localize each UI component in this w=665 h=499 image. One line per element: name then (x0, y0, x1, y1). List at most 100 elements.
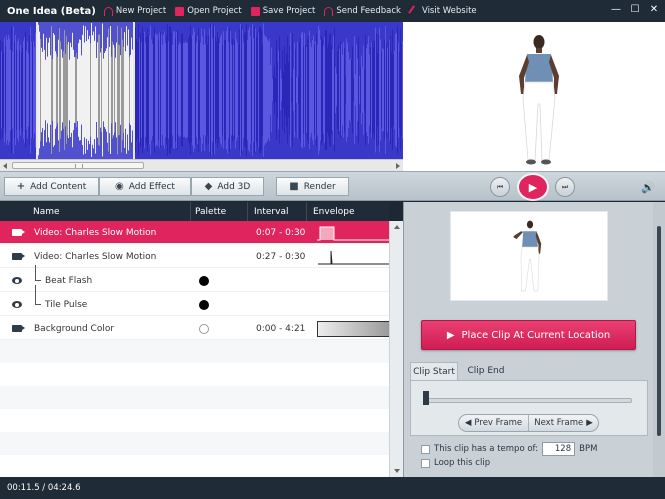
app-title: One Idea (Beta) (7, 5, 96, 17)
list-item[interactable]: Tile Pulse (0, 285, 389, 316)
clip-preview (450, 211, 608, 301)
waveform-scroll-thumb[interactable] (12, 162, 144, 169)
content-list-header: Name Palette Interval Envelope (0, 202, 389, 221)
envelope-graph[interactable] (317, 249, 390, 265)
list-scrollbar[interactable] (389, 221, 403, 477)
video-camera-icon: ■ (289, 181, 299, 192)
next-frame-label: Next Frame (534, 418, 584, 428)
palette-swatch[interactable] (199, 276, 209, 286)
clip-panel: ▶ Place Clip At Current Location Clip St… (403, 202, 665, 477)
new-project-button[interactable]: New Project (103, 6, 167, 16)
playback-time: 00:11.5 / 04:24.6 (7, 483, 81, 493)
main-toolbar: + Add Content ◉ Add Effect ◆ Add 3D ■ Re… (0, 171, 665, 201)
scroll-up-icon[interactable] (394, 225, 400, 229)
video-camera-icon[interactable] (12, 253, 25, 260)
maximize-button[interactable]: ☐ (630, 4, 640, 15)
content-list: Video: Charles Slow Motion 0:07 - 0:30 V… (0, 221, 390, 477)
open-project-button[interactable]: Open Project (175, 6, 242, 16)
folder-icon (175, 6, 185, 16)
add-content-button[interactable]: + Add Content (4, 177, 99, 196)
envelope-graph[interactable] (317, 321, 390, 337)
list-item[interactable]: Video: Charles Slow Motion 0:07 - 0:30 (0, 221, 390, 244)
video-camera-icon[interactable] (12, 229, 25, 236)
tempo-label: This clip has a tempo of: (434, 444, 539, 454)
render-label: Render (303, 181, 336, 192)
panel-scroll-thumb[interactable] (657, 226, 661, 436)
slider-thumb[interactable] (423, 391, 429, 405)
scroll-right-icon[interactable] (396, 163, 400, 169)
play-button[interactable]: ▶ (517, 173, 549, 201)
column-name[interactable]: Name (33, 207, 60, 217)
item-name: Video: Charles Slow Motion (34, 228, 157, 238)
scroll-down-icon[interactable] (394, 469, 400, 473)
save-project-label: Save Project (262, 6, 316, 16)
headset-icon (324, 6, 334, 16)
prev-frame-label: Prev Frame (474, 418, 523, 428)
visit-website-button[interactable]: Visit Website (408, 4, 477, 18)
panel-scrollbar[interactable] (653, 202, 665, 477)
render-button[interactable]: ■ Render (276, 177, 349, 196)
palette-swatch[interactable] (199, 300, 209, 310)
list-item[interactable]: Beat Flash (0, 265, 389, 292)
next-button[interactable]: ⏭ (555, 177, 575, 197)
item-name: Video: Charles Slow Motion (34, 252, 157, 262)
place-clip-label: Place Clip At Current Location (461, 329, 611, 341)
title-bar: One Idea (Beta) New Project Open Project… (0, 0, 665, 22)
list-item[interactable]: Video: Charles Slow Motion 0:27 - 0:30 (0, 245, 390, 268)
minimize-button[interactable]: — (611, 4, 621, 15)
video-camera-icon[interactable] (12, 325, 25, 332)
next-frame-button[interactable]: Next Frame ▶ (528, 415, 598, 431)
waveform-selection[interactable] (36, 22, 135, 159)
item-interval: 0:00 - 4:21 (256, 324, 306, 334)
list-item[interactable]: Background Color 0:00 - 4:21 (0, 317, 390, 340)
tempo-input[interactable]: 128 (542, 442, 576, 456)
waveform-scrollbar[interactable] (0, 159, 403, 171)
send-feedback-label: Send Feedback (336, 6, 401, 16)
loop-row: Loop this clip (421, 458, 490, 468)
dancer-figure (513, 220, 542, 292)
frame-buttons: ◀ Prev Frame Next Frame ▶ (458, 414, 599, 432)
status-bar: 00:11.5 / 04:24.6 (0, 477, 665, 499)
caret-left-icon: ◀ (464, 418, 472, 428)
new-project-label: New Project (115, 6, 167, 16)
column-envelope[interactable]: Envelope (313, 207, 355, 217)
open-project-label: Open Project (187, 6, 242, 16)
add-effect-label: Add Effect (128, 181, 175, 192)
add-effect-button[interactable]: ◉ Add Effect (99, 177, 191, 196)
prev-frame-button[interactable]: ◀ Prev Frame (459, 415, 528, 431)
previous-button[interactable]: ⏮ (490, 177, 510, 197)
send-feedback-button[interactable]: Send Feedback (324, 6, 401, 16)
clip-start-panel: ◀ Prev Frame Next Frame ▶ (410, 380, 648, 436)
save-icon (250, 6, 260, 16)
item-name: Background Color (34, 324, 115, 334)
add-3d-label: Add 3D (217, 181, 251, 192)
loop-label: Loop this clip (434, 458, 491, 468)
headset-icon (103, 6, 113, 16)
scroll-left-icon[interactable] (3, 163, 7, 169)
loop-checkbox[interactable] (421, 458, 430, 468)
caret-right-icon: ▶ (586, 418, 593, 428)
eye-icon[interactable] (12, 301, 22, 308)
save-project-button[interactable]: Save Project (250, 6, 316, 16)
item-interval: 0:07 - 0:30 (256, 228, 306, 238)
tab-clip-start[interactable]: Clip Start (410, 362, 458, 380)
item-interval: 0:27 - 0:30 (256, 252, 306, 262)
tempo-checkbox[interactable] (421, 444, 430, 454)
clip-start-slider[interactable] (425, 398, 632, 403)
place-clip-button[interactable]: ▶ Place Clip At Current Location (421, 320, 636, 350)
tempo-unit: BPM (579, 444, 598, 454)
item-name: Tile Pulse (45, 300, 88, 310)
visit-website-label: Visit Website (421, 6, 477, 16)
eye-icon[interactable] (12, 277, 22, 284)
close-button[interactable]: ✕ (649, 4, 659, 15)
envelope-graph[interactable] (317, 225, 390, 241)
column-interval[interactable]: Interval (254, 207, 288, 217)
palette-swatch[interactable] (199, 324, 209, 334)
add-3d-button[interactable]: ◆ Add 3D (191, 177, 264, 196)
video-preview (403, 22, 665, 171)
tab-clip-end[interactable]: Clip End (462, 362, 510, 380)
eye-icon: ◉ (115, 181, 124, 192)
add-content-label: Add Content (30, 181, 87, 192)
volume-icon[interactable]: 🔊 (641, 181, 655, 194)
column-palette[interactable]: Palette (195, 207, 226, 217)
